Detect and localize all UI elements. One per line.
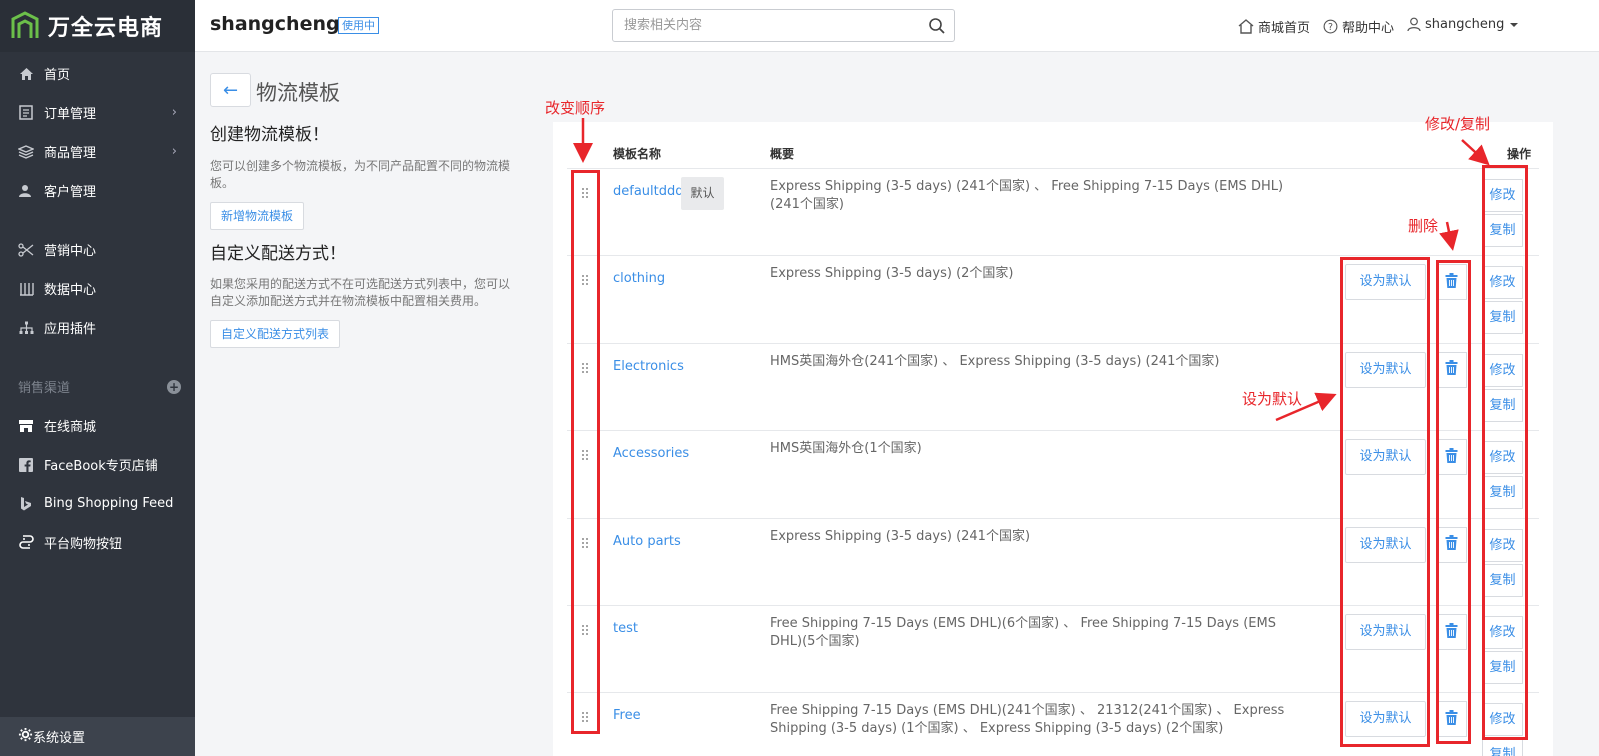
sidebar-item-label: 应用插件	[44, 322, 97, 337]
top-header: shangcheng 使用中 商城首页 ? 帮助中心 shangcheng	[195, 0, 1599, 52]
data-icon	[18, 281, 34, 297]
search-input[interactable]	[613, 10, 913, 41]
annotation-delete-box	[1436, 260, 1471, 744]
sidebar-item-orders[interactable]: 订单管理 ›	[0, 93, 195, 132]
back-arrow-icon: ←	[222, 79, 239, 101]
marketing-icon	[18, 242, 34, 258]
annotation-set-default-box	[1340, 257, 1430, 747]
sidebar-item-label: 数据中心	[44, 283, 97, 298]
col-header-actions: 操作	[1507, 147, 1532, 161]
customer-icon	[18, 183, 34, 199]
sidebar-item-customers[interactable]: 客户管理	[0, 171, 195, 210]
help-center-label: 帮助中心	[1342, 21, 1395, 36]
template-name-link[interactable]: Free	[613, 708, 641, 723]
template-name-link[interactable]: Accessories	[613, 446, 689, 461]
custom-shipping-title: 自定义配送方式！	[210, 244, 346, 264]
sidebar-item-data[interactable]: 数据中心	[0, 269, 195, 308]
sidebar-item-home[interactable]: 首页	[0, 54, 195, 93]
template-summary: Free Shipping 7-15 Days (EMS DHL)(241个国家…	[770, 703, 1285, 737]
sidebar-item-settings[interactable]: 系统设置	[0, 717, 195, 756]
chevron-right-icon: ›	[171, 144, 177, 159]
help-icon: ?	[1323, 19, 1338, 34]
create-template-desc: 您可以创建多个物流模板，为不同产品配置不同的物流模板。	[210, 159, 511, 190]
template-summary: Free Shipping 7-15 Days (EMS DHL)(6个国家) …	[770, 616, 1276, 649]
sidebar-item-marketing[interactable]: 营销中心	[0, 230, 195, 269]
sidebar-item-online-store[interactable]: 在线商城	[0, 406, 195, 445]
default-tag: 默认	[681, 177, 724, 210]
sidebar-item-facebook-store[interactable]: FaceBook专页店铺	[0, 445, 195, 484]
template-summary: Express Shipping (3-5 days) (241个国家)	[770, 528, 1031, 544]
sales-channels-label: 销售渠道	[18, 381, 71, 396]
template-summary: Express Shipping (3-5 days) (2个国家)	[770, 266, 1014, 282]
sidebar-item-products[interactable]: 商品管理 ›	[0, 132, 195, 171]
sidebar-item-label: 商品管理	[44, 146, 97, 161]
order-icon	[18, 105, 34, 121]
brand-logo-icon	[11, 11, 39, 38]
sidebar-item-label: 平台购物按钮	[44, 537, 123, 552]
home-icon	[18, 66, 34, 82]
sidebar-item-label: FaceBook专页店铺	[44, 459, 158, 474]
template-name-link[interactable]: Auto parts	[613, 534, 681, 549]
col-header-summary: 概要	[770, 147, 795, 161]
sidebar-item-label: 在线商城	[44, 420, 97, 435]
sidebar-item-label: Bing Shopping Feed	[44, 496, 174, 511]
sales-channels-header: 销售渠道 +	[0, 367, 195, 406]
table-row: defaultddd 默认 Express Shipping (3-5 days) …	[567, 168, 1539, 255]
sidebar-item-plugins[interactable]: 应用插件	[0, 308, 195, 347]
annotation-set-default-label: 设为默认	[1242, 390, 1303, 408]
shop-name: shangcheng	[210, 13, 340, 35]
help-center-link[interactable]: ? 帮助中心	[1323, 17, 1394, 36]
sidebar-item-label: 首页	[44, 68, 71, 83]
sidebar-item-label: 营销中心	[44, 244, 97, 259]
template-name-link[interactable]: clothing	[613, 271, 665, 286]
facebook-icon	[18, 457, 34, 473]
chevron-right-icon: ›	[171, 105, 177, 120]
store-icon	[18, 418, 34, 434]
sidebar: 万全云电商 首页订单管理 › 商品管理 › 客户管理营销中心数据中心应用插件 销售渠道 …	[0, 0, 195, 756]
store-home-link[interactable]: 商城首页	[1238, 17, 1310, 36]
search-icon[interactable]	[928, 17, 946, 35]
user-menu[interactable]: shangcheng	[1407, 17, 1519, 32]
template-name-link[interactable]: defaultddd	[613, 184, 684, 199]
user-icon	[1407, 17, 1421, 32]
template-name-link[interactable]: Electronics	[613, 359, 684, 374]
home-icon	[1238, 19, 1254, 34]
bing-icon	[18, 496, 34, 512]
annotation-reorder-box	[571, 170, 600, 734]
add-template-button[interactable]: 新增物流模板	[210, 202, 305, 230]
cart-button-icon	[18, 535, 34, 551]
template-summary: HMS英国海外仓(241个国家) 、 Express Shipping (3-5…	[770, 353, 1220, 369]
custom-shipping-desc: 如果您采用的配送方式不在可选配送方式列表中，您可以自定义添加配送方式并在物流模板…	[210, 277, 511, 308]
template-summary: Express Shipping (3-5 days) (241个国家) 、 F…	[770, 179, 1284, 212]
sidebar-item-label: 系统设置	[33, 731, 86, 746]
svg-text:?: ?	[1328, 22, 1333, 33]
create-template-title: 创建物流模板！	[210, 125, 329, 145]
sidebar-item-bing-shopping-feed[interactable]: Bing Shopping Feed	[0, 484, 195, 523]
sidebar-item-buy-button[interactable]: 平台购物按钮	[0, 523, 195, 562]
sidebar-item-label: 客户管理	[44, 185, 97, 200]
username-label: shangcheng	[1425, 17, 1505, 32]
annotation-reorder-label: 改变顺序	[545, 99, 606, 117]
search-box	[612, 9, 955, 42]
brand[interactable]: 万全云电商	[0, 0, 195, 52]
annotation-edit-copy-label: 修改/复制	[1425, 115, 1491, 133]
template-name-link[interactable]: test	[613, 621, 638, 636]
product-icon	[18, 144, 34, 160]
store-home-label: 商城首页	[1258, 21, 1311, 36]
annotation-edit-copy-box	[1482, 165, 1528, 740]
custom-shipping-list-button[interactable]: 自定义配送方式列表	[210, 320, 341, 348]
page-title: 物流模板	[256, 81, 340, 105]
copy-button[interactable]: 复制	[1482, 738, 1523, 756]
plugin-icon	[18, 320, 34, 336]
template-summary: HMS英国海外仓(1个国家)	[770, 441, 922, 457]
col-header-name: 模板名称	[613, 147, 662, 161]
add-channel-icon[interactable]: +	[167, 379, 181, 394]
gear-icon	[18, 727, 33, 746]
annotation-delete-label: 删除	[1408, 217, 1439, 235]
back-button[interactable]: ←	[210, 73, 251, 107]
sidebar-item-label: 订单管理	[44, 107, 97, 122]
brand-name: 万全云电商	[48, 16, 164, 41]
caret-down-icon	[1510, 22, 1519, 27]
status-badge: 使用中	[338, 17, 379, 34]
